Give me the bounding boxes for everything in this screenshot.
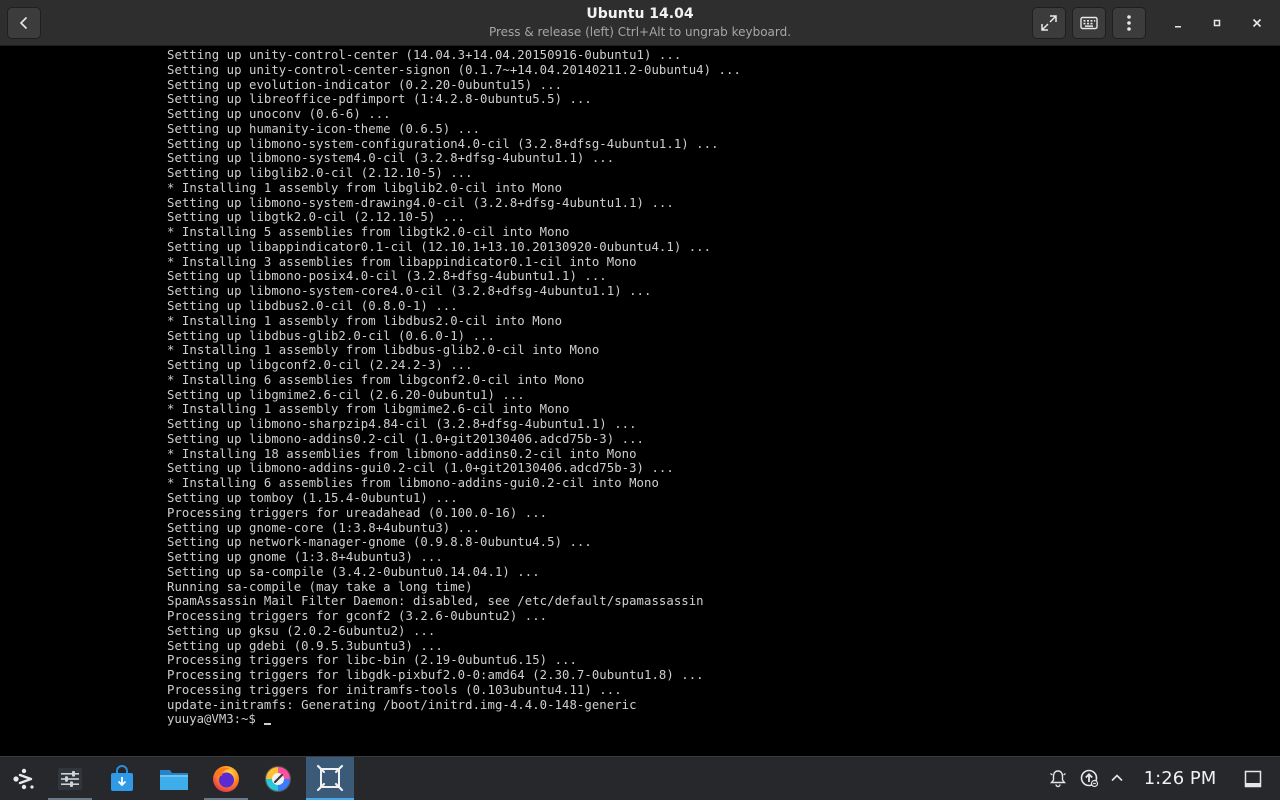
terminal-line: * Installing 18 assemblies from libmono-…: [167, 446, 637, 461]
folder-icon: [160, 769, 188, 790]
terminal-line: Processing triggers for libc-bin (2.19-0…: [167, 653, 577, 668]
app-launcher-icon: [13, 768, 34, 789]
taskbar-software-store[interactable]: [98, 757, 146, 800]
terminal-cursor: [264, 723, 272, 726]
taskbar-files[interactable]: [150, 757, 198, 800]
app-launcher-button[interactable]: [0, 757, 48, 800]
terminal-line: Setting up libmono-system4.0-cil (3.2.8+…: [167, 151, 615, 166]
terminal-line: Setting up libgtk2.0-cil (2.12.10-5) ...: [167, 210, 466, 225]
terminal-line: Setting up unoconv (0.6-6) ...: [167, 107, 391, 122]
taskbar-settings[interactable]: [46, 757, 94, 800]
terminal-line: * Installing 1 assembly from libdbus2.0-…: [167, 313, 563, 328]
chevron-up-icon: [1111, 774, 1123, 782]
terminal-line: Setting up libappindicator0.1-cil (12.10…: [167, 239, 712, 254]
back-button[interactable]: [7, 7, 41, 39]
maximize-button[interactable]: [1205, 11, 1229, 35]
terminal-line: Setting up gksu (2.0.2-6ubuntu2) ...: [167, 623, 436, 638]
close-button[interactable]: [1245, 11, 1269, 35]
terminal-prompt-row[interactable]: yuuya@VM3:~$: [167, 712, 1267, 727]
terminal-line: * Installing 1 assembly from libgmime2.6…: [167, 402, 570, 417]
minimize-icon: [1175, 26, 1181, 28]
terminal-line: Setting up libmono-addins0.2-cil (1.0+gi…: [167, 431, 645, 446]
notifications-button[interactable]: [1047, 767, 1069, 789]
terminal-line: Processing triggers for gconf2 (3.2.6-0u…: [167, 609, 548, 624]
bell-icon: [1050, 770, 1066, 788]
terminal-line: Setting up tomboy (1.15.4-0ubuntu1) ...: [167, 490, 458, 505]
terminal-line: Setting up gnome-core (1:3.8+4ubuntu3) .…: [167, 520, 481, 535]
terminal-line: * Installing 5 assemblies from libgtk2.0…: [167, 225, 570, 240]
close-icon: [1252, 18, 1262, 28]
terminal-line: Setting up libdbus2.0-cil (0.8.0-1) ...: [167, 299, 458, 314]
terminal-line: Processing triggers for initramfs-tools …: [167, 682, 622, 697]
terminal-line: * Installing 3 assemblies from libappind…: [167, 254, 637, 269]
updates-button[interactable]: [1078, 767, 1100, 789]
taskbar-virtual-machine[interactable]: [306, 757, 354, 800]
taskbar: 1:26 PM: [0, 756, 1280, 800]
terminal-line: Setting up libmono-system-core4.0-cil (3…: [167, 284, 652, 299]
maximize-icon: [1213, 19, 1221, 27]
fullscreen-icon: [1041, 15, 1057, 31]
terminal-line: Setting up unity-control-center-signon (…: [167, 62, 741, 77]
store-bag-icon: [111, 764, 133, 791]
terminal-line: Setting up libmono-system-drawing4.0-cil…: [167, 195, 674, 210]
fullscreen-button[interactable]: [1032, 7, 1066, 39]
firefox-icon: [213, 765, 239, 792]
system-tray-expand[interactable]: [1106, 767, 1128, 789]
terminal-line: Setting up libmono-system-configuration4…: [167, 136, 719, 151]
window-title: Ubuntu 14.04: [586, 6, 694, 22]
terminal-line: * Installing 6 assemblies from libmono-a…: [167, 476, 659, 491]
title-block: Ubuntu 14.04 Press & release (left) Ctrl…: [340, 5, 940, 40]
taskbar-firefox[interactable]: [202, 757, 250, 800]
kebab-menu-icon: [1127, 15, 1131, 31]
terminal-line: Setting up libmono-addins-gui0.2-cil (1.…: [167, 461, 674, 476]
window-subtitle: Press & release (left) Ctrl+Alt to ungra…: [488, 25, 792, 39]
menu-button[interactable]: [1112, 7, 1146, 39]
header-bar: Ubuntu 14.04 Press & release (left) Ctrl…: [0, 0, 1280, 46]
taskbar-paint[interactable]: [254, 757, 302, 800]
terminal-line: Setting up libglib2.0-cil (2.12.10-5) ..…: [167, 166, 473, 181]
terminal-line: Setting up unity-control-center (14.04.3…: [167, 48, 682, 62]
chevron-left-icon: [19, 16, 28, 30]
terminal-line: Processing triggers for ureadahead (0.10…: [167, 505, 548, 520]
paint-palette-icon: [265, 765, 291, 792]
terminal-line: Setting up libgconf2.0-cil (2.24.2-3) ..…: [167, 358, 473, 373]
terminal-line: Processing triggers for libgdk-pixbuf2.0…: [167, 668, 704, 683]
vm-terminal-screen[interactable]: Setting up unity-control-center (14.04.3…: [167, 48, 1267, 738]
terminal-line: Setting up libgmime2.6-cil (2.6.20-0ubun…: [167, 387, 525, 402]
terminal-line: Setting up gnome (1:3.8+4ubuntu3) ...: [167, 550, 443, 565]
terminal-line: Setting up network-manager-gnome (0.9.8.…: [167, 535, 592, 550]
terminal-line: update-initramfs: Generating /boot/initr…: [167, 697, 637, 712]
terminal-line: * Installing 1 assembly from libdbus-gli…: [167, 343, 600, 358]
terminal-line: Setting up libreoffice-pdfimport (1:4.2.…: [167, 92, 592, 107]
clock[interactable]: 1:26 PM: [1138, 767, 1222, 791]
vm-window: Ubuntu 14.04 Press & release (left) Ctrl…: [0, 0, 1280, 800]
settings-sliders-icon: [58, 767, 82, 790]
terminal-line: Setting up gdebi (0.9.5.3ubuntu3) ...: [167, 638, 443, 653]
terminal-line: Setting up evolution-indicator (0.2.20-0…: [167, 77, 563, 92]
terminal-line: Running sa-compile (may take a long time…: [167, 579, 473, 594]
terminal-prompt: yuuya@VM3:~$: [167, 712, 264, 727]
terminal-line: SpamAssassin Mail Filter Daemon: disable…: [167, 594, 704, 609]
terminal-line: * Installing 1 assembly from libglib2.0-…: [167, 180, 563, 195]
show-desktop-button[interactable]: [1240, 766, 1266, 792]
show-desktop-icon: [1244, 770, 1262, 788]
keyboard-icon: [1080, 16, 1098, 30]
terminal-line: Setting up libdbus-glib2.0-cil (0.6.0-1)…: [167, 328, 495, 343]
terminal-line: Setting up libmono-posix4.0-cil (3.2.8+d…: [167, 269, 607, 284]
terminal-line: Setting up libmono-sharpzip4.84-cil (3.2…: [167, 417, 637, 432]
terminal-line: * Installing 6 assemblies from libgconf2…: [167, 372, 585, 387]
minimize-button[interactable]: [1166, 11, 1190, 35]
update-icon: [1080, 769, 1099, 788]
keyboard-button[interactable]: [1072, 7, 1106, 39]
vm-frame-icon: [316, 764, 344, 791]
terminal-line: Setting up humanity-icon-theme (0.6.5) .…: [167, 121, 481, 136]
terminal-line: Setting up sa-compile (3.4.2-0ubuntu0.14…: [167, 564, 540, 579]
